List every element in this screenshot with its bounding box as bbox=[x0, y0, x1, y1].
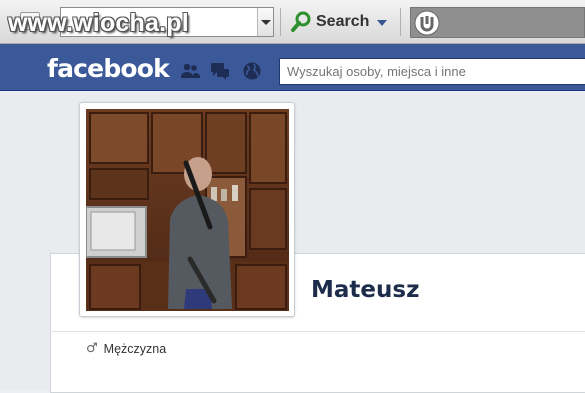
gender-label: Mężczyzna bbox=[103, 341, 167, 356]
room-photo-illustration bbox=[86, 109, 289, 311]
search-button[interactable]: Search bbox=[290, 8, 393, 36]
gender-info: ♂ Mężczyzna bbox=[86, 341, 166, 356]
globe-icon[interactable] bbox=[242, 61, 262, 81]
profile-photo-image bbox=[86, 109, 289, 311]
divider bbox=[50, 331, 585, 332]
chevron-down-icon[interactable] bbox=[377, 20, 388, 26]
search-icon bbox=[291, 11, 311, 32]
profile-name[interactable]: Mateusz bbox=[311, 277, 419, 303]
facebook-logo[interactable]: facebook bbox=[47, 54, 170, 83]
watermark-text: www.wiocha.pl bbox=[8, 9, 189, 37]
toolbar-separator bbox=[280, 8, 281, 36]
friends-icon[interactable] bbox=[180, 61, 200, 81]
address-dropdown-button[interactable] bbox=[257, 8, 273, 36]
profile-picture[interactable] bbox=[79, 102, 295, 317]
male-icon: ♂ bbox=[86, 341, 98, 356]
facebook-top-bar: facebook bbox=[0, 44, 585, 91]
facebook-search-input[interactable] bbox=[279, 58, 585, 85]
toolbar-separator bbox=[400, 8, 401, 36]
search-button-label: Search bbox=[316, 13, 370, 30]
utorrent-toolbar[interactable] bbox=[410, 7, 585, 38]
messages-icon[interactable] bbox=[210, 61, 230, 81]
utorrent-icon bbox=[414, 10, 440, 36]
